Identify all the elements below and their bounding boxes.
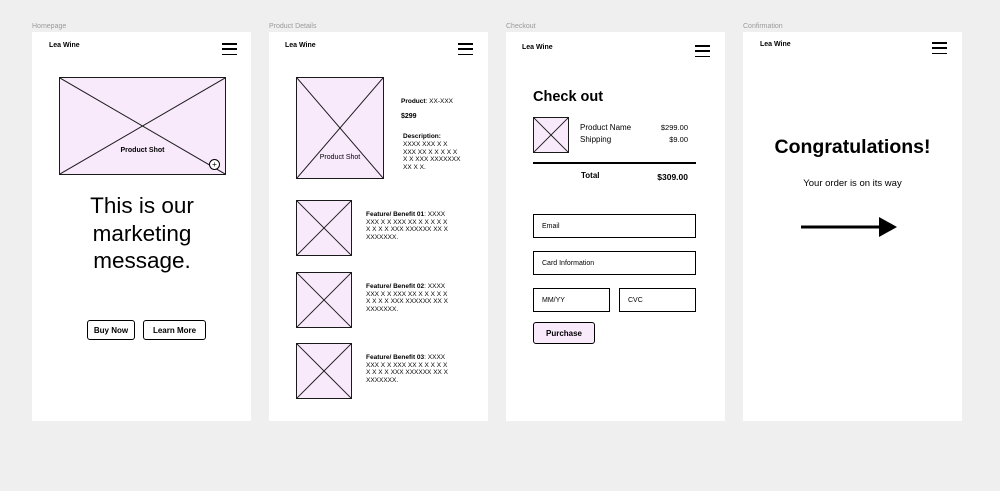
expiry-field[interactable]: MM/YY	[533, 288, 610, 312]
feature-01-text: Feature/ Benefit 01: XXXX XXX X X XXX XX…	[366, 211, 449, 241]
shipping-price: $9.00	[669, 135, 688, 144]
brand-logo[interactable]: Lea Wine	[760, 41, 791, 48]
frame-label-confirmation: Confirmation	[743, 23, 783, 30]
total-label: Total	[581, 171, 600, 180]
product-price: $299	[401, 113, 417, 120]
menu-icon[interactable]	[932, 42, 947, 54]
product-shot-label: Product Shot	[319, 154, 361, 161]
buy-now-button[interactable]: Buy Now	[87, 320, 135, 340]
product-code: Product: XX-XXX	[401, 98, 454, 105]
arrow-right-icon[interactable]	[801, 216, 899, 238]
zoom-icon[interactable]: +	[209, 159, 220, 170]
confirmation-title: Congratulations!	[774, 136, 931, 158]
brand-logo[interactable]: Lea Wine	[522, 44, 553, 51]
card-information-field[interactable]: Card Information	[533, 251, 696, 275]
product-shot-label: Product Shot	[120, 147, 165, 154]
menu-icon[interactable]	[695, 45, 710, 57]
product-shot-placeholder: Product Shot	[296, 77, 384, 179]
frame-label-product-details: Product Details	[269, 23, 317, 30]
brand-logo[interactable]: Lea Wine	[49, 42, 80, 49]
email-field[interactable]: Email	[533, 214, 696, 238]
feature-03-placeholder	[296, 343, 352, 399]
marketing-message: This is our marketing message.	[90, 193, 194, 273]
product-shot-placeholder: Product Shot +	[59, 77, 226, 175]
checkout-frame: Lea Wine Check out Product Name $299.00 …	[506, 32, 725, 421]
homepage-frame: Lea Wine Product Shot + This is our mark…	[32, 32, 251, 421]
feature-02-text: Feature/ Benefit 02: XXXX XXX X X XXX XX…	[366, 283, 449, 313]
description-label: Description:	[403, 133, 441, 140]
total-divider	[533, 162, 696, 164]
feature-02-placeholder	[296, 272, 352, 328]
shipping-label: Shipping	[580, 135, 612, 144]
menu-icon[interactable]	[222, 43, 237, 55]
product-name: Product Name	[580, 123, 632, 132]
cvc-field[interactable]: CVC	[619, 288, 696, 312]
menu-icon[interactable]	[458, 43, 473, 55]
feature-03-text: Feature/ Benefit 03: XXXX XXX X X XXX XX…	[366, 354, 449, 384]
brand-logo[interactable]: Lea Wine	[285, 42, 316, 49]
frame-label-checkout: Checkout	[506, 23, 536, 30]
feature-01-placeholder	[296, 200, 352, 256]
total-value: $309.00	[657, 172, 688, 182]
learn-more-button[interactable]: Learn More	[143, 320, 206, 340]
checkout-title: Check out	[533, 89, 604, 105]
description-text: XXXX XXX X X XXX XX X X X X X X X XXX XX…	[403, 141, 461, 171]
product-details-frame: Lea Wine Product Shot Product: XX-XXX $2…	[269, 32, 488, 421]
confirmation-frame: Lea Wine Congratulations! Your order is …	[743, 32, 962, 421]
confirmation-subtitle: Your order is on its way	[803, 178, 902, 189]
product-price: $299.00	[660, 123, 688, 132]
cart-item-thumbnail	[533, 117, 569, 153]
frame-label-homepage: Homepage	[32, 23, 67, 30]
purchase-button[interactable]: Purchase	[533, 322, 595, 344]
